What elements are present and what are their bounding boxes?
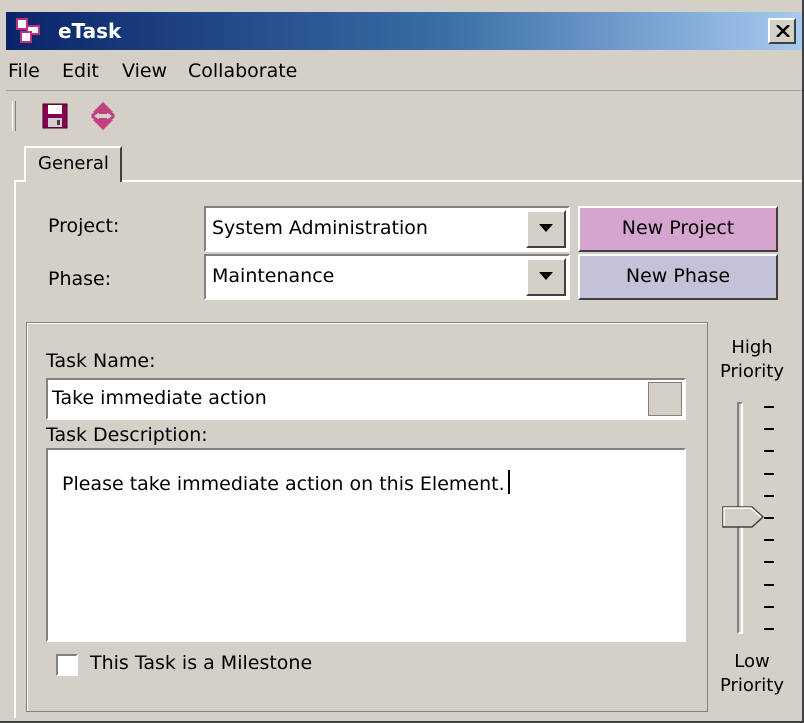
- priority-tick: [764, 494, 774, 497]
- close-button[interactable]: [768, 18, 796, 44]
- phase-dropdown-button[interactable]: [526, 258, 566, 296]
- low-priority-label: Low Priority: [712, 650, 792, 698]
- low-priority-label-line1: Low: [734, 651, 770, 672]
- chevron-down-icon: [539, 224, 553, 232]
- high-priority-label: High Priority: [712, 336, 792, 384]
- title-bar[interactable]: eTask: [6, 12, 802, 50]
- task-name-side-button[interactable]: [648, 382, 682, 416]
- priority-tick: [764, 628, 774, 630]
- priority-tick: [764, 406, 774, 408]
- etask-window: eTask File Edit View Collaborate General: [0, 0, 804, 723]
- priority-tick: [764, 472, 774, 475]
- phase-label: Phase:: [48, 268, 112, 290]
- milestone-checkbox[interactable]: [56, 654, 78, 676]
- priority-slider-thumb[interactable]: [722, 506, 764, 528]
- task-name-input[interactable]: Take immediate action: [46, 378, 686, 420]
- close-icon: [776, 25, 790, 37]
- new-phase-button[interactable]: New Phase: [578, 254, 778, 300]
- task-description-label: Task Description:: [46, 424, 208, 446]
- priority-tick: [764, 517, 774, 519]
- menu-edit[interactable]: Edit: [62, 60, 99, 82]
- phase-select[interactable]: Maintenance: [204, 254, 570, 300]
- tab-general[interactable]: General: [24, 146, 122, 182]
- priority-tick: [764, 561, 774, 564]
- tab-general-label: General: [38, 153, 109, 174]
- menu-bar: File Edit View Collaborate: [6, 52, 802, 90]
- priority-tick: [764, 450, 774, 453]
- menu-file[interactable]: File: [8, 60, 40, 82]
- task-name-label: Task Name:: [46, 350, 156, 372]
- refresh-icon[interactable]: [88, 101, 118, 131]
- save-icon[interactable]: [42, 103, 68, 129]
- high-priority-label-line1: High: [731, 337, 773, 358]
- priority-tick: [764, 605, 774, 608]
- project-dropdown-button[interactable]: [526, 210, 566, 248]
- priority-tick: [764, 428, 774, 431]
- project-select[interactable]: System Administration: [204, 206, 570, 252]
- project-value: System Administration: [212, 217, 428, 239]
- text-caret: [507, 470, 510, 494]
- app-icon: [16, 18, 40, 43]
- window-title: eTask: [58, 19, 122, 43]
- new-project-button[interactable]: New Project: [578, 206, 778, 252]
- toolbar-grip[interactable]: [12, 101, 16, 131]
- milestone-label[interactable]: This Task is a Milestone: [90, 652, 312, 674]
- low-priority-label-line2: Priority: [719, 675, 785, 696]
- project-label: Project:: [48, 215, 120, 237]
- task-description-value: Please take immediate action on this Ele…: [62, 473, 505, 495]
- phase-value: Maintenance: [212, 265, 335, 287]
- high-priority-label-line2: Priority: [719, 361, 785, 382]
- task-name-value: Take immediate action: [52, 387, 267, 409]
- priority-tick: [764, 539, 774, 542]
- task-description-input[interactable]: Please take immediate action on this Ele…: [46, 448, 686, 642]
- toolbar: [6, 90, 802, 138]
- chevron-down-icon: [539, 272, 553, 280]
- menu-collaborate[interactable]: Collaborate: [188, 60, 297, 82]
- priority-tick: [764, 583, 774, 586]
- menu-view[interactable]: View: [122, 60, 167, 82]
